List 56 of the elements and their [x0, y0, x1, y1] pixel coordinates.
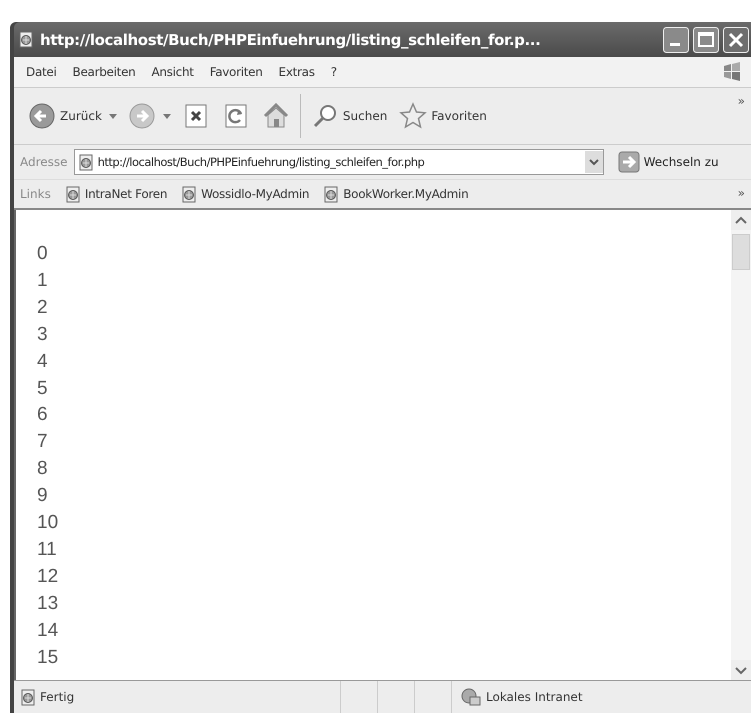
output-line: 7	[37, 430, 48, 454]
close-button[interactable]	[723, 26, 749, 52]
output-line: 13	[37, 592, 58, 616]
window-title: http://localhost/Buch/PHPEinfuehrung/listing_schleifen_for.p...	[40, 30, 540, 48]
page-icon	[20, 688, 36, 706]
menu-item[interactable]: Datei	[26, 65, 57, 79]
link-item[interactable]: Wossidlo-MyAdmin	[181, 186, 310, 202]
output-line: 10	[37, 511, 58, 536]
output-line: 12	[37, 564, 58, 589]
output-line: 2	[37, 296, 48, 320]
windows-logo-icon	[721, 61, 743, 83]
page-icon	[181, 186, 198, 202]
output-line: 11	[37, 538, 57, 562]
search-button[interactable]: Suchen	[308, 100, 390, 132]
output-line: 6	[37, 403, 48, 428]
output-line: 9	[37, 484, 48, 508]
output-line: 8	[37, 457, 48, 482]
menu-item[interactable]: Ansicht	[151, 65, 194, 79]
dropdown-arrow-icon[interactable]	[162, 111, 172, 121]
maximize-button[interactable]	[693, 26, 719, 52]
scrollbar[interactable]	[731, 210, 751, 680]
address-label: Adresse	[20, 155, 68, 169]
menu-item[interactable]: Extras	[278, 65, 315, 79]
output-line: 15	[37, 646, 58, 670]
go-button[interactable]: Wechseln zu	[610, 151, 719, 173]
output-line: 1	[37, 268, 48, 293]
menu-item[interactable]: Bearbeiten	[72, 65, 136, 79]
link-item[interactable]: BookWorker.MyAdmin	[323, 186, 468, 202]
home-icon	[262, 102, 290, 130]
scroll-down-icon[interactable]	[731, 660, 751, 680]
zone-text: Lokales Intranet	[486, 690, 583, 704]
toolbar-overflow[interactable]: »	[738, 94, 745, 108]
page-icon	[18, 31, 34, 48]
page-icon	[323, 186, 340, 202]
dropdown-arrow-icon[interactable]	[108, 111, 118, 121]
star-icon	[399, 102, 428, 130]
output-line: 14	[37, 618, 58, 643]
minimize-button[interactable]	[663, 26, 689, 52]
page-icon	[78, 154, 94, 170]
address-field[interactable]: http://localhost/Buch/PHPEinfuehrung/listing_schleifen_for.php	[74, 149, 604, 175]
menu-item[interactable]: ?	[330, 65, 337, 79]
scroll-up-icon[interactable]	[731, 210, 751, 230]
menu-item[interactable]: Favoriten	[210, 65, 263, 79]
status-text: Fertig	[40, 690, 74, 704]
output-line: 4	[37, 350, 48, 374]
intranet-icon	[460, 687, 482, 707]
page-icon	[64, 186, 81, 202]
output-line: 3	[37, 322, 48, 347]
back-button[interactable]: Zurück	[26, 100, 104, 132]
links-overflow[interactable]: »	[738, 186, 745, 200]
scroll-thumb[interactable]	[732, 234, 750, 270]
link-item[interactable]: IntraNet Foren	[64, 186, 168, 202]
links-label: Links	[20, 187, 51, 201]
output-line: 0	[37, 242, 48, 266]
output-line: 5	[37, 376, 48, 401]
favorites-button[interactable]: Favoriten	[397, 100, 489, 132]
